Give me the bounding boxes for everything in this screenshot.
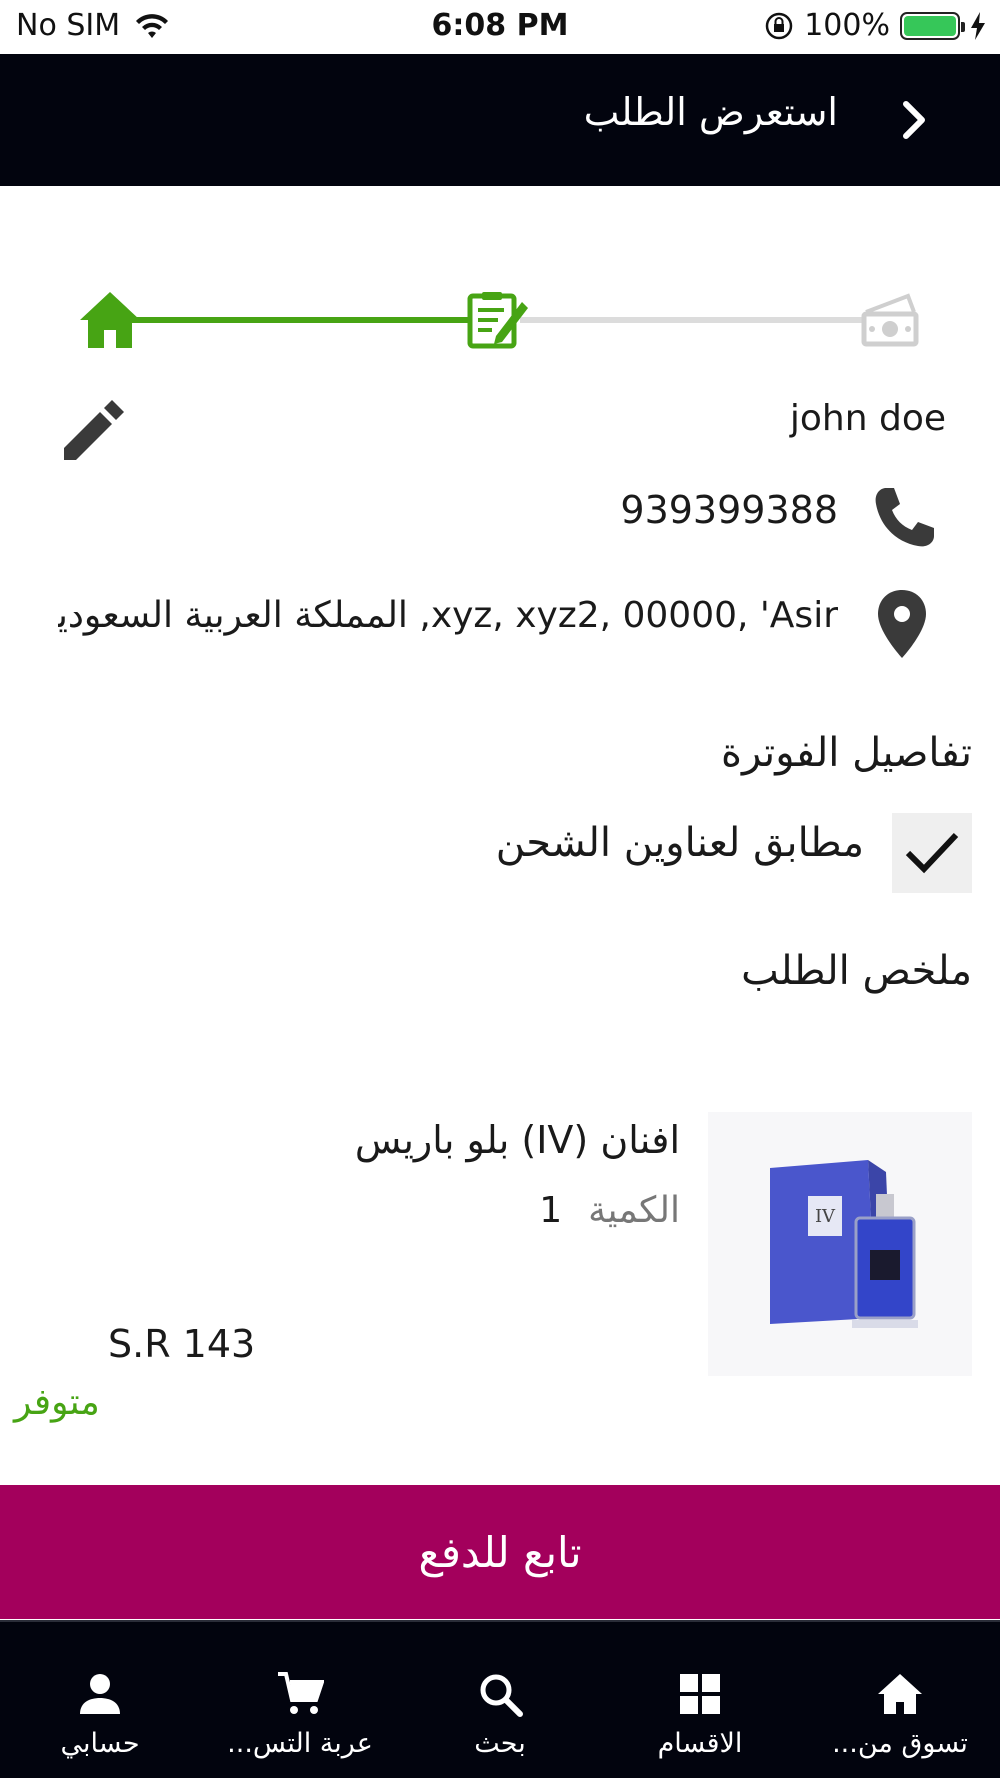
- bottom-tab-bar: حسابي عربة التس... بحث الاقسام تسوق من..…: [0, 1620, 1000, 1778]
- stepper-line-pending: [520, 317, 865, 323]
- cart-icon: [278, 1672, 324, 1714]
- search-icon: [480, 1674, 523, 1717]
- location-pin-icon: [878, 590, 926, 658]
- tab-search-label: بحث: [474, 1728, 526, 1759]
- tab-shop-home[interactable]: تسوق من...: [800, 1622, 1000, 1778]
- stepper-line-done: [130, 317, 470, 323]
- money-icon: [861, 293, 919, 347]
- battery-group: 100%: [764, 8, 986, 43]
- home-icon: [80, 292, 140, 348]
- home-icon: [878, 1674, 922, 1714]
- checkout-stepper: [0, 280, 1000, 360]
- battery-percent: 100%: [804, 8, 890, 43]
- battery-icon: [900, 11, 965, 40]
- product-name: افنان (IV) بلو باريس: [354, 1118, 680, 1162]
- tab-search[interactable]: بحث: [400, 1622, 600, 1778]
- order-summary-title: ملخص الطلب: [741, 948, 972, 994]
- tab-categories-label: الاقسام: [657, 1728, 743, 1759]
- perfume-image: IV: [708, 1112, 972, 1376]
- tab-account-label: حسابي: [60, 1728, 140, 1759]
- orientation-lock-icon: [765, 12, 793, 39]
- charging-bolt-icon: [971, 11, 985, 40]
- stock-status: متوفر: [14, 1382, 100, 1423]
- product-price: S.R 143: [108, 1322, 256, 1366]
- quantity-value: 1: [539, 1190, 563, 1231]
- tab-cart-label: عربة التس...: [227, 1728, 373, 1759]
- same-as-shipping-label[interactable]: مطابق لعناوين الشحن: [496, 820, 864, 866]
- quantity-label: الكمية: [588, 1190, 680, 1231]
- person-icon: [80, 1674, 120, 1714]
- svg-text:IV: IV: [815, 1206, 836, 1227]
- checkmark-icon: [905, 832, 959, 874]
- edit-form-icon: [467, 292, 528, 349]
- back-chevron-icon[interactable]: [892, 98, 936, 142]
- customer-address: xyz, xyz2, 00000, 'Asir, المملكة العربية…: [58, 595, 838, 636]
- tab-categories[interactable]: الاقسام: [600, 1622, 800, 1778]
- edit-pencil-icon[interactable]: [58, 396, 128, 466]
- tab-shop-home-label: تسوق من...: [832, 1728, 968, 1759]
- status-bar: No SIM 6:08 PM 100%: [0, 0, 1000, 54]
- app-header: استعرض الطلب: [0, 54, 1000, 186]
- same-as-shipping-checkbox[interactable]: [892, 813, 972, 893]
- customer-name: john doe: [789, 398, 946, 439]
- tab-account[interactable]: حسابي: [0, 1622, 200, 1778]
- phone-icon: [875, 488, 934, 547]
- page-title: استعرض الطلب: [583, 90, 838, 134]
- customer-phone: 939399388: [620, 488, 838, 532]
- grid-icon: [680, 1674, 720, 1714]
- billing-details-title: تفاصيل الفوترة: [721, 730, 972, 776]
- continue-to-payment-button[interactable]: تابع للدفع: [0, 1485, 1000, 1619]
- tab-cart[interactable]: عربة التس...: [200, 1622, 400, 1778]
- product-image[interactable]: IV: [708, 1112, 972, 1376]
- product-quantity: الكمية 1: [539, 1190, 680, 1231]
